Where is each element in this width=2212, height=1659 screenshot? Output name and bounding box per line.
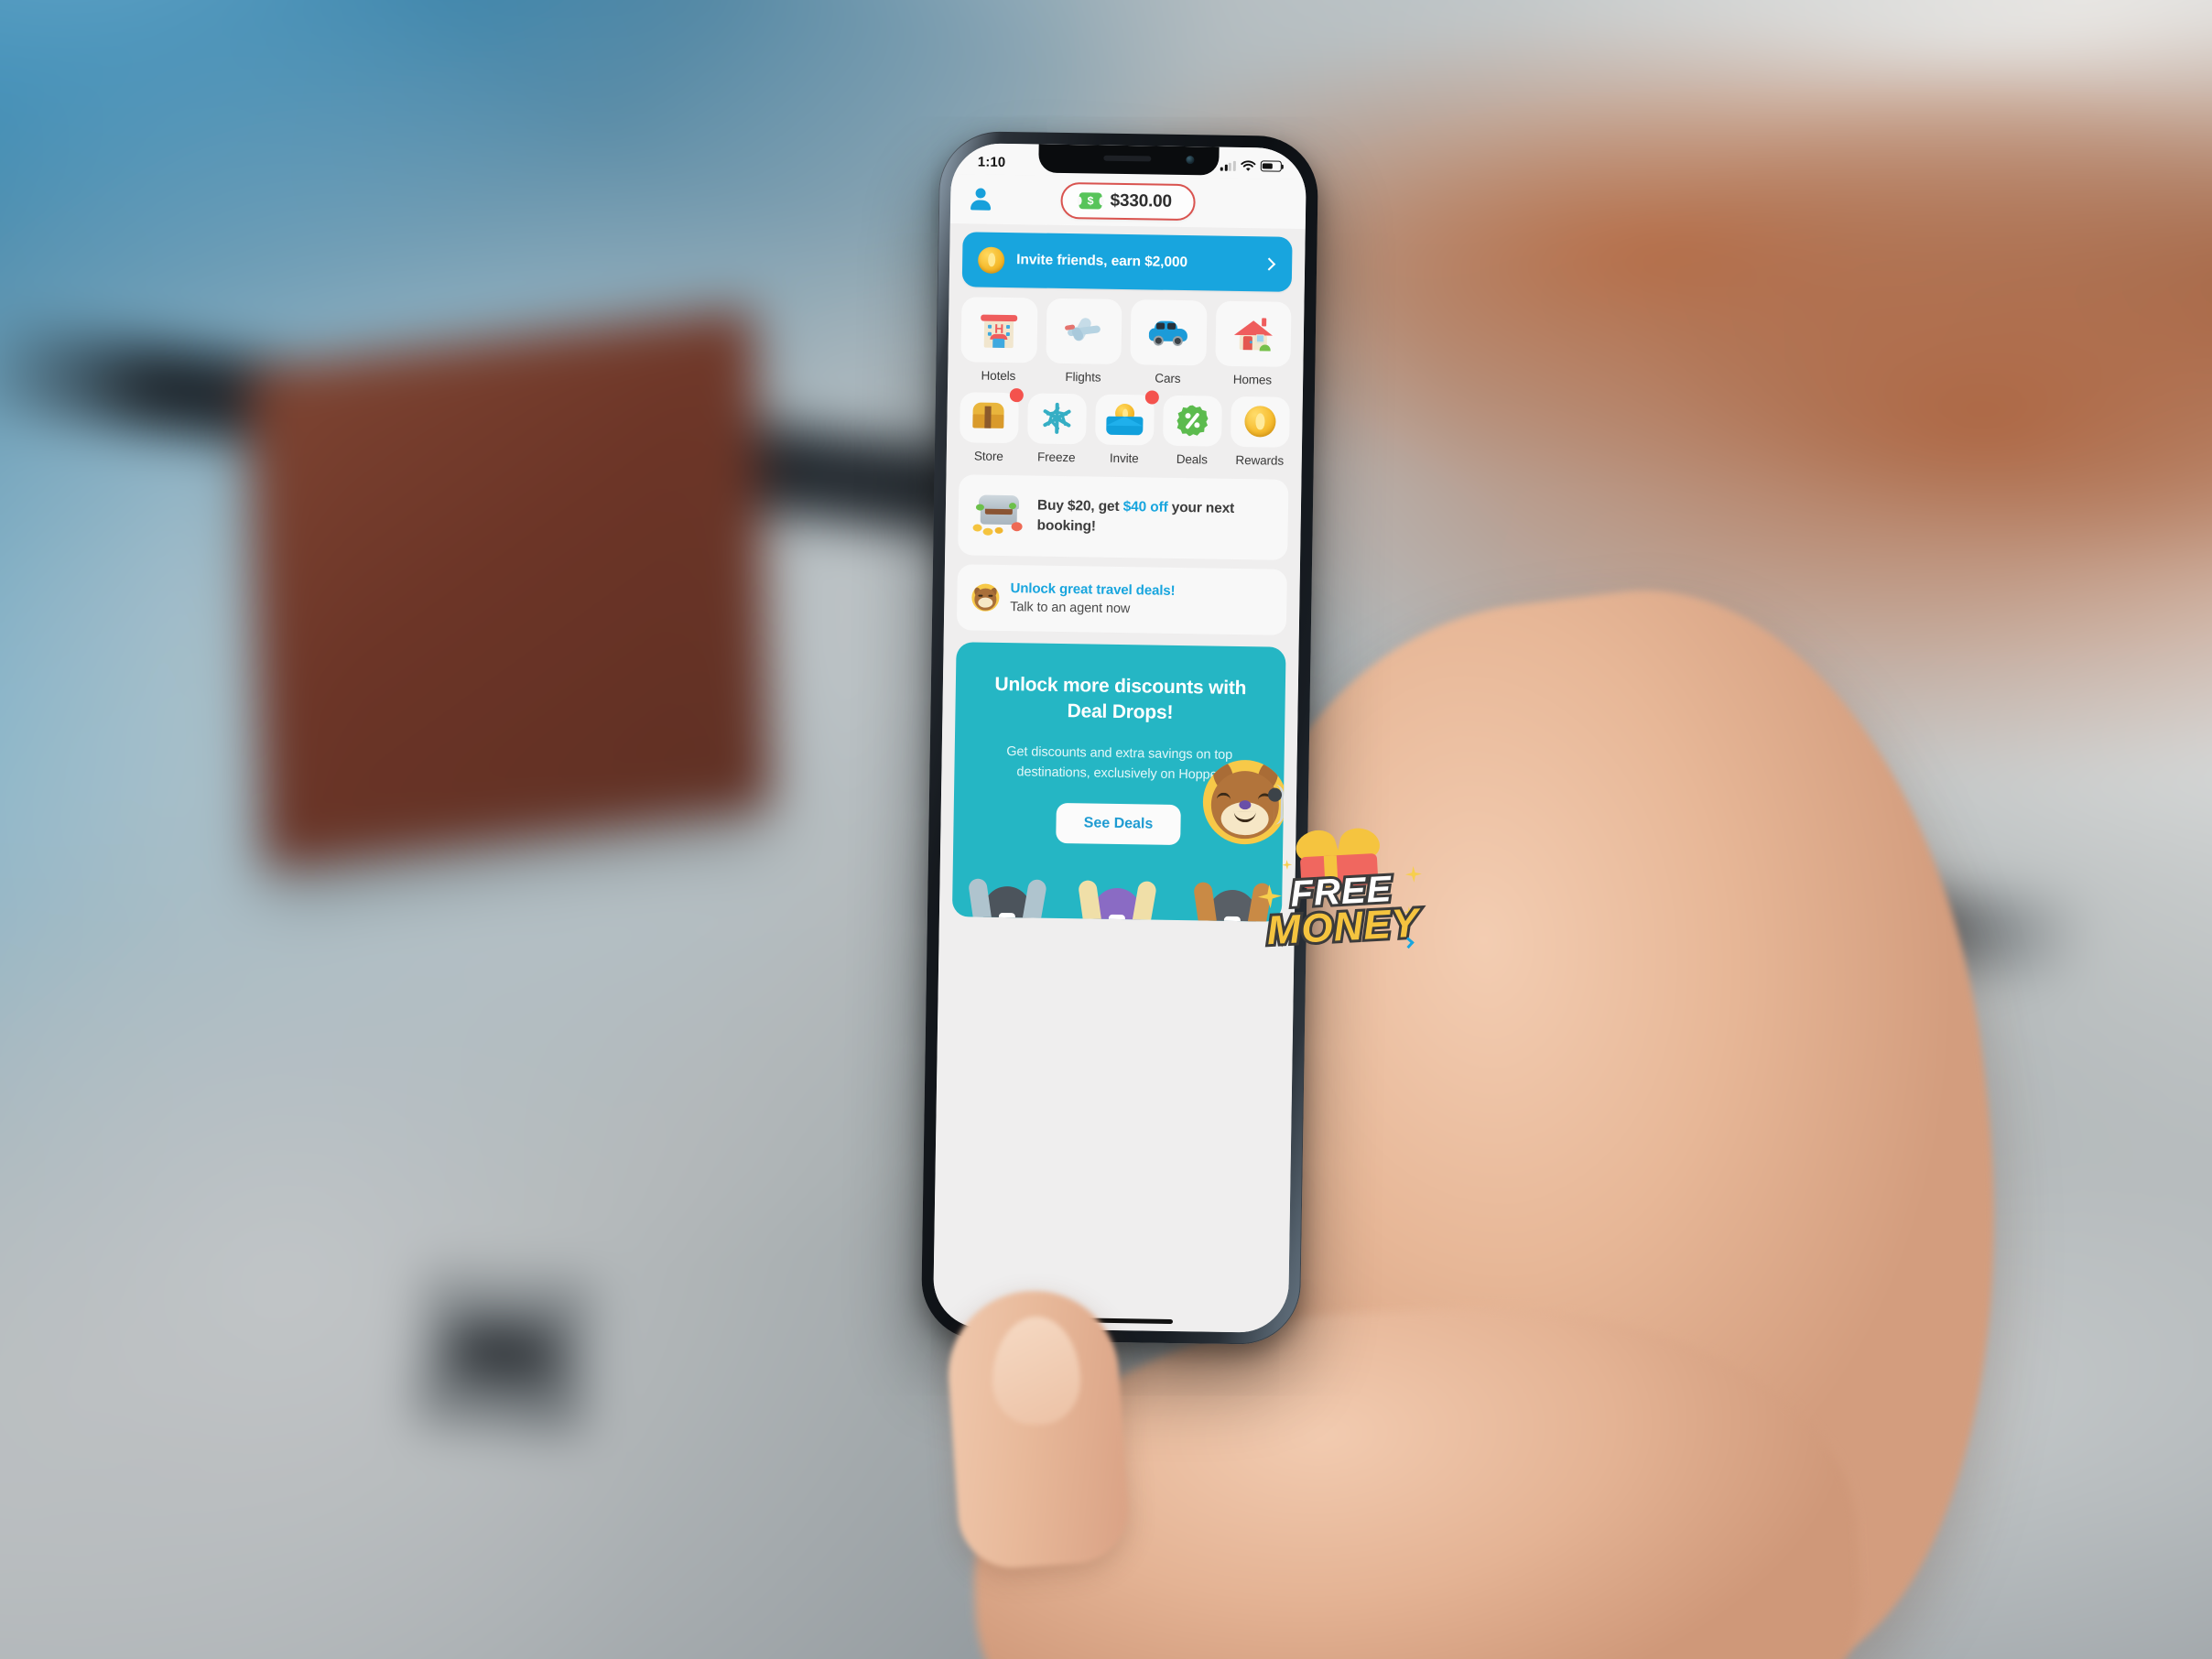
earpiece-speaker-icon bbox=[1102, 155, 1151, 162]
promo-text-before: Buy $20, get bbox=[1036, 497, 1123, 515]
cellular-signal-icon bbox=[1220, 160, 1236, 171]
hand-thumb bbox=[942, 1285, 1133, 1572]
tile-label: Deals bbox=[1176, 451, 1208, 467]
talk-to-agent-card[interactable]: Unlock great travel deals! Talk to an ag… bbox=[956, 564, 1287, 635]
app-header: $ $330.00 bbox=[949, 174, 1307, 230]
free-money-line2: MONEY bbox=[1263, 898, 1424, 957]
tile-deals[interactable]: Deals bbox=[1163, 395, 1222, 467]
dollar-bill-icon: $ bbox=[1079, 192, 1102, 210]
percent-badge-icon bbox=[1176, 405, 1209, 437]
notification-badge bbox=[1144, 390, 1159, 405]
free-money-sticker[interactable]: FREE MONEY bbox=[1252, 821, 1430, 968]
status-time: 1:10 bbox=[977, 153, 1006, 170]
tile-label: Store bbox=[973, 449, 1003, 463]
house-icon bbox=[1233, 316, 1273, 352]
tile-flights[interactable]: Flights bbox=[1045, 298, 1122, 385]
promo-offer-card[interactable]: Buy $20, get $40 off your next booking! bbox=[958, 474, 1289, 560]
bunny-agent-avatar-icon bbox=[971, 583, 1000, 612]
envelope-coin-icon bbox=[1106, 404, 1144, 436]
invite-banner-label: Invite friends, earn $2,000 bbox=[1016, 252, 1188, 271]
smartphone-device: 1:10 $ $330.00 Invite friends, earn $2,0… bbox=[920, 130, 1319, 1346]
tile-label: Rewards bbox=[1235, 452, 1285, 468]
promo-text-highlight: $40 off bbox=[1122, 498, 1168, 515]
snowflake-icon bbox=[1041, 403, 1073, 435]
tile-label: Freeze bbox=[1036, 450, 1076, 465]
battery-icon bbox=[1260, 160, 1282, 172]
deal-drops-card[interactable]: Unlock more discounts with Deal Drops! G… bbox=[951, 642, 1286, 922]
wifi-icon bbox=[1241, 159, 1256, 171]
phone-screen: 1:10 $ $330.00 Invite friends, earn $2,0… bbox=[932, 143, 1307, 1333]
peeking-bunnies-icon bbox=[952, 865, 1283, 922]
balance-pill[interactable]: $ $330.00 bbox=[1060, 181, 1197, 222]
agent-card-title: Unlock great travel deals! bbox=[1010, 580, 1176, 600]
see-deals-button[interactable]: See Deals bbox=[1056, 802, 1181, 845]
tile-cars[interactable]: Cars bbox=[1130, 299, 1208, 385]
carrot-coin-icon bbox=[1244, 406, 1276, 439]
gold-coin-icon bbox=[977, 246, 1005, 274]
status-icons bbox=[1220, 159, 1282, 172]
tile-label: Hotels bbox=[981, 368, 1016, 384]
hotel-icon: H bbox=[980, 311, 1019, 349]
balance-amount: $330.00 bbox=[1110, 190, 1173, 211]
plane-icon bbox=[1063, 315, 1104, 347]
tile-label: Flights bbox=[1065, 369, 1101, 385]
treasure-chest-icon bbox=[970, 494, 1025, 536]
tile-hotels[interactable]: H Hotels bbox=[960, 297, 1038, 384]
agent-card-subtitle: Talk to an agent now bbox=[1010, 600, 1131, 617]
tile-label: Cars bbox=[1155, 371, 1181, 385]
chevron-right-icon bbox=[1263, 257, 1276, 271]
service-tiles-row-1: H Hotels Flights Cars Homes bbox=[960, 297, 1292, 387]
tile-freeze[interactable]: Freeze bbox=[1027, 393, 1087, 464]
app-content: Invite friends, earn $2,000 H Hotels Fli… bbox=[932, 223, 1306, 1333]
tile-homes[interactable]: Homes bbox=[1214, 300, 1292, 387]
tile-label: Homes bbox=[1232, 372, 1273, 387]
service-tiles-row-2: Store Freeze Invite Deals Rewards bbox=[960, 388, 1290, 468]
promo-offer-text: Buy $20, get $40 off your next booking! bbox=[1036, 495, 1274, 540]
treasure-chest-icon bbox=[970, 402, 1008, 433]
car-icon bbox=[1148, 319, 1188, 347]
tile-label: Invite bbox=[1109, 450, 1139, 466]
deal-drops-title: Unlock more discounts with Deal Drops! bbox=[994, 673, 1247, 723]
tile-store[interactable]: Store bbox=[960, 388, 1024, 463]
tile-rewards[interactable]: Rewards bbox=[1231, 396, 1290, 468]
invite-friends-banner[interactable]: Invite friends, earn $2,000 bbox=[961, 232, 1293, 292]
phone-notch bbox=[1038, 144, 1220, 176]
tile-invite[interactable]: Invite bbox=[1095, 390, 1159, 466]
notification-badge bbox=[1009, 388, 1024, 403]
profile-avatar-icon[interactable] bbox=[969, 187, 992, 211]
front-camera-icon bbox=[1186, 156, 1195, 165]
